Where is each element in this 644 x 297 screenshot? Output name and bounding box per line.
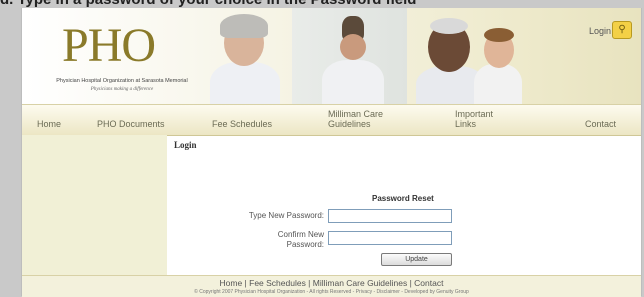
main-nav: Home PHO Documents Fee Schedules Millima…: [22, 104, 641, 136]
logo-text: PHO: [62, 19, 156, 72]
password-reset-heading: Password Reset: [372, 194, 434, 203]
search-icon[interactable]: ⚲: [612, 21, 632, 39]
nav-home[interactable]: Home: [37, 119, 61, 129]
nav-important-links[interactable]: Important Links: [455, 109, 503, 129]
header-photo-room: [292, 8, 407, 104]
nav-milliman-care-guidelines[interactable]: Milliman Care Guidelines: [328, 109, 398, 129]
pho-logo[interactable]: PHO Physician Hospital Organization at S…: [32, 18, 212, 98]
confirm-password-label: Confirm New Password:: [277, 230, 324, 249]
login-link[interactable]: Login: [589, 26, 611, 36]
logo-tagline: Physicians making a difference: [90, 87, 154, 92]
new-password-input[interactable]: [328, 209, 452, 223]
site-footer: Home | Fee Schedules | Milliman Care Gui…: [22, 275, 641, 297]
nav-fee-schedules[interactable]: Fee Schedules: [212, 119, 272, 129]
browser-page: PHO Physician Hospital Organization at S…: [21, 8, 642, 297]
new-password-label: Type New Password:: [248, 211, 324, 220]
left-sidebar: [22, 135, 167, 279]
update-button[interactable]: Update: [381, 253, 452, 266]
page-title: Login: [174, 140, 197, 150]
site-header: PHO Physician Hospital Organization at S…: [22, 8, 641, 104]
header-photo-doctor-woman: [202, 8, 287, 104]
logo-org-name: Physician Hospital Organization at Saras…: [56, 78, 188, 84]
footer-links[interactable]: Home | Fee Schedules | Milliman Care Gui…: [22, 278, 641, 288]
header-photo-physicians: [412, 8, 522, 104]
footer-copyright: © Copyright 2007 Physician Hospital Orga…: [194, 289, 469, 295]
nav-contact[interactable]: Contact: [585, 119, 616, 129]
confirm-password-input[interactable]: [328, 231, 452, 245]
nav-pho-documents[interactable]: PHO Documents: [97, 119, 165, 129]
